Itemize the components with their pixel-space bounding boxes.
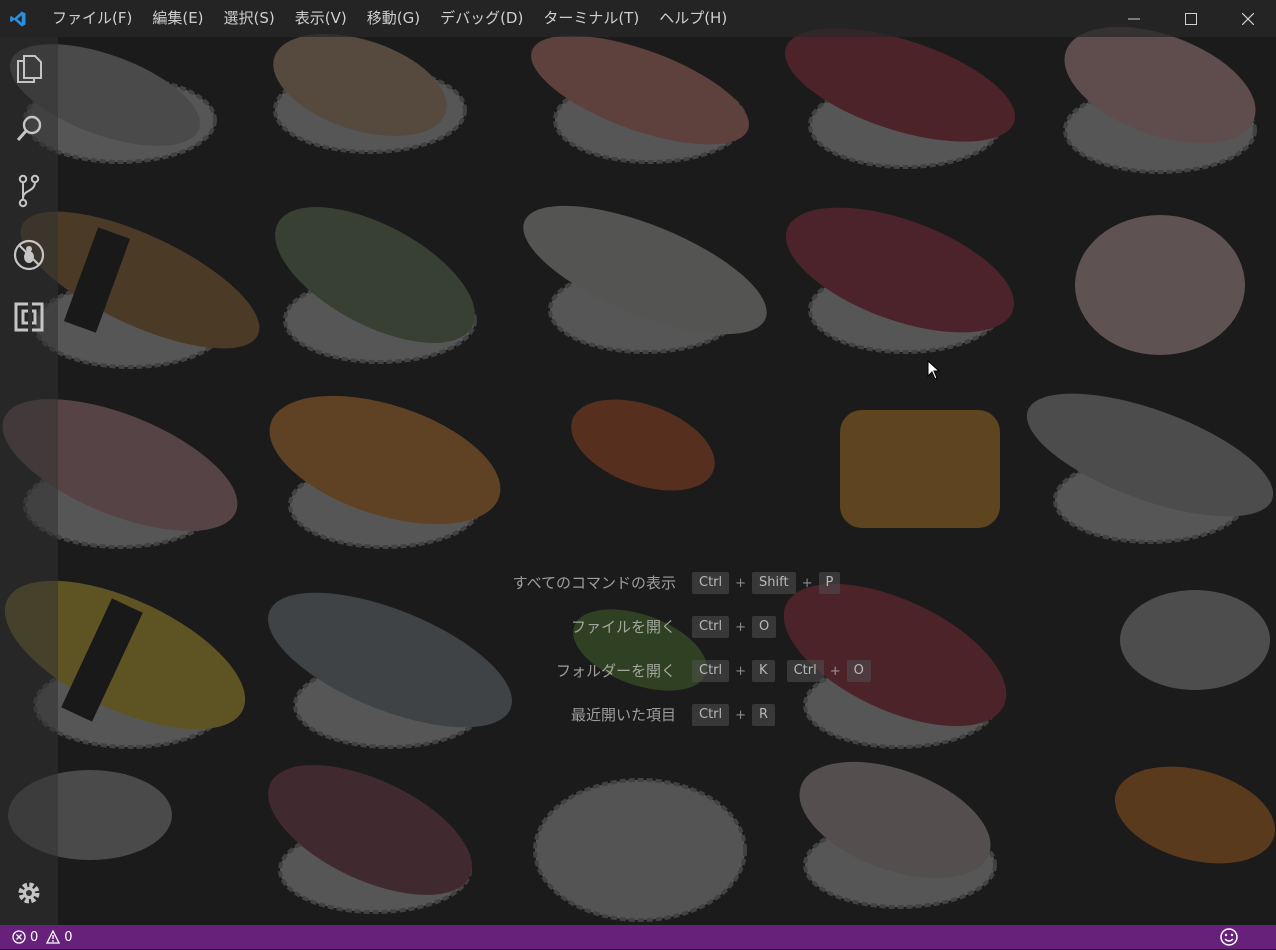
- problems-status[interactable]: 0 0: [0, 925, 81, 949]
- key: K: [752, 660, 775, 682]
- plus-sign: +: [801, 575, 813, 591]
- plus-sign: +: [735, 663, 747, 679]
- files-icon[interactable]: [9, 49, 49, 89]
- plus-sign: +: [829, 663, 841, 679]
- watermark-label: 最近開いた項目: [570, 706, 676, 724]
- menu-edit[interactable]: 編集(E): [142, 0, 213, 37]
- key: R: [752, 704, 776, 726]
- activity-bar: [0, 37, 58, 925]
- menu-go[interactable]: 移動(G): [357, 0, 430, 37]
- window-controls: [1105, 0, 1276, 37]
- key: Ctrl: [692, 704, 730, 726]
- key: Ctrl: [692, 660, 730, 682]
- close-icon[interactable]: [1219, 0, 1276, 37]
- menu-file[interactable]: ファイル(F): [42, 0, 142, 37]
- warning-icon: [46, 930, 61, 944]
- warning-count: 0: [64, 929, 73, 945]
- key: O: [752, 616, 777, 638]
- mouse-pointer-icon: [927, 360, 941, 380]
- source-control-icon[interactable]: [9, 171, 49, 211]
- plus-sign: +: [735, 619, 747, 635]
- smiley-icon[interactable]: [1220, 928, 1238, 946]
- keybinding: Ctrl + O: [692, 616, 777, 638]
- vscode-logo-icon[interactable]: [0, 0, 36, 37]
- key: Ctrl: [692, 616, 730, 638]
- key: O: [846, 660, 871, 682]
- keybinding: Ctrl + K Ctrl + O: [692, 660, 871, 682]
- menu-help[interactable]: ヘルプ(H): [649, 0, 737, 37]
- error-count: 0: [30, 929, 39, 945]
- gear-icon[interactable]: [9, 873, 49, 913]
- maximize-icon[interactable]: [1162, 0, 1219, 37]
- watermark-entry-open-folder: フォルダーを開く Ctrl + K Ctrl + O: [0, 653, 1276, 689]
- extensions-icon[interactable]: [9, 297, 49, 337]
- menu-selection[interactable]: 選択(S): [214, 0, 285, 37]
- title-bar: ファイル(F) 編集(E) 選択(S) 表示(V) 移動(G) デバッグ(D) …: [0, 0, 1276, 37]
- error-icon: [12, 930, 26, 944]
- watermark-label: ファイルを開く: [570, 618, 676, 636]
- search-icon[interactable]: [9, 109, 49, 149]
- menu-view[interactable]: 表示(V): [285, 0, 357, 37]
- watermark-entry-open-file: ファイルを開く Ctrl + O: [0, 609, 1276, 645]
- keybinding: Ctrl + R: [692, 704, 776, 726]
- wallpaper-overlay: [0, 0, 1276, 949]
- key: Ctrl: [786, 660, 824, 682]
- plus-sign: +: [735, 707, 747, 723]
- minimize-icon[interactable]: [1105, 0, 1162, 37]
- watermark-label: すべてのコマンドの表示: [512, 574, 676, 592]
- status-bar: 0 0: [0, 925, 1276, 949]
- menu-terminal[interactable]: ターミナル(T): [533, 0, 649, 37]
- watermark-entry-open-recent: 最近開いた項目 Ctrl + R: [0, 697, 1276, 733]
- key: Ctrl: [692, 572, 730, 594]
- menu-bar: ファイル(F) 編集(E) 選択(S) 表示(V) 移動(G) デバッグ(D) …: [42, 0, 737, 37]
- key: Shift: [752, 572, 796, 594]
- menu-debug[interactable]: デバッグ(D): [430, 0, 533, 37]
- watermark-entry-show-all-commands: すべてのコマンドの表示 Ctrl + Shift + P: [0, 565, 1276, 601]
- plus-sign: +: [735, 575, 747, 591]
- keybinding: Ctrl + Shift + P: [692, 572, 841, 594]
- key: P: [818, 572, 841, 594]
- debug-icon[interactable]: [9, 235, 49, 275]
- watermark-label: フォルダーを開く: [555, 662, 676, 680]
